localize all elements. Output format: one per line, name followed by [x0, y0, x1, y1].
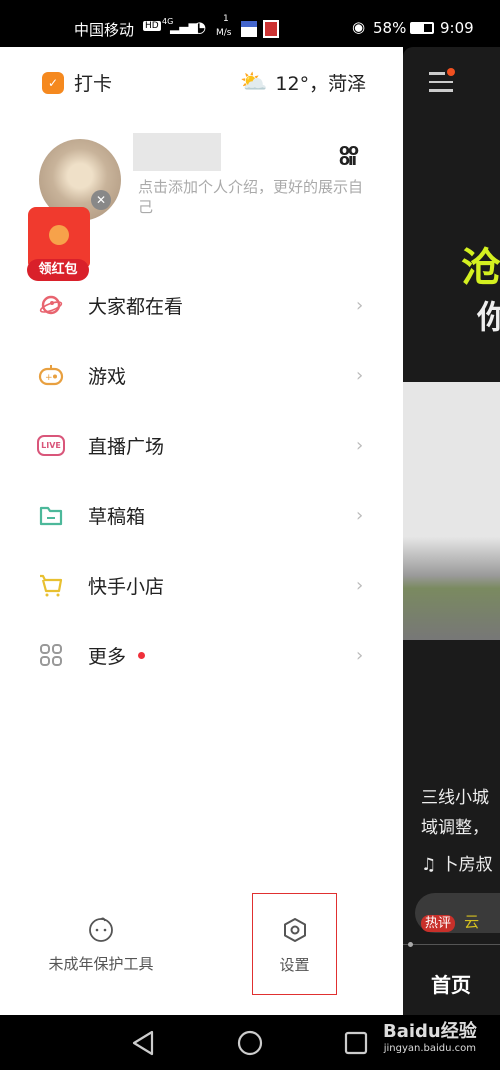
menu-item-label: 游戏 — [88, 365, 127, 388]
notification-dot — [447, 68, 455, 76]
app-notification-icon — [241, 21, 257, 37]
music-title: 卜房叔 — [441, 855, 493, 875]
menu-item-games[interactable]: + 游戏 › — [0, 345, 403, 405]
home-icon[interactable] — [237, 1030, 263, 1056]
video-frame — [403, 382, 500, 640]
hot-comment-tag: 热评 — [421, 915, 456, 932]
baidu-watermark: Baidu经验 jingyan.baidu.com — [383, 1017, 477, 1054]
menu-item-drafts[interactable]: 草稿箱 › — [0, 485, 403, 545]
speed-value: 1 — [223, 14, 229, 24]
menu-item-more[interactable]: 更多 › — [0, 625, 403, 685]
chevron-right-icon: › — [356, 294, 364, 316]
notification-dot — [138, 651, 145, 659]
watermark-url: jingyan.baidu.com — [383, 1043, 477, 1054]
caption: 域调整， — [421, 818, 489, 838]
grid-icon — [38, 642, 64, 668]
menu-item-shop[interactable]: 快手小店 › — [0, 555, 403, 615]
weather[interactable]: ⛅ 12°，菏泽 — [240, 69, 366, 96]
recent-apps-icon[interactable] — [344, 1031, 368, 1055]
red-packet-button[interactable]: 领红包 — [24, 207, 94, 282]
headline: 你 — [477, 298, 500, 336]
menu-item-label: 快手小店 — [88, 575, 165, 598]
speed-unit: M/s — [216, 28, 232, 38]
carrier: 中国移动 — [74, 21, 135, 39]
checkin-label: 打卡 — [74, 73, 113, 95]
hot-comment-text: 云 — [464, 913, 480, 931]
chevron-right-icon: › — [356, 574, 364, 596]
side-drawer: ✓ 打卡 ⛅ 12°，菏泽 ✕ oo oıı 点击添加个人介绍，更好的展示自己 领… — [0, 47, 403, 1015]
planet-icon — [38, 292, 64, 318]
headline: 沧 — [461, 245, 500, 291]
settings-gear-icon — [283, 918, 306, 942]
menu-item-label: 直播广场 — [88, 435, 165, 458]
hd-icon: HD — [143, 21, 161, 31]
clock: 9:09 — [440, 19, 474, 37]
chevron-right-icon: › — [356, 504, 364, 526]
profile-bio[interactable]: 点击添加个人介绍，更好的展示自己 — [138, 177, 363, 217]
live-icon: LIVE — [37, 432, 65, 458]
battery-icon — [410, 22, 434, 34]
partly-cloudy-icon: ⛅ — [240, 70, 268, 95]
progress-bar[interactable] — [403, 942, 500, 947]
status-bar: 中国移动 HD 4G ▂▄▆ ◔ 1 M/s ◉ 58% 9:09 — [0, 0, 500, 47]
music-note-icon: ♫ — [421, 855, 442, 875]
tab-home[interactable]: 首页 — [431, 969, 471, 998]
child-face-icon — [89, 917, 113, 942]
eye-comfort-icon: ◉ — [352, 18, 366, 36]
cart-icon — [38, 572, 64, 598]
chevron-right-icon: › — [356, 364, 364, 386]
gamepad-icon: + — [38, 362, 64, 388]
settings-label: 设置 — [279, 956, 310, 974]
minor-protection-button[interactable]: 未成年保护工具 — [30, 915, 172, 974]
chevron-right-icon: › — [356, 434, 364, 456]
menu-item-label: 大家都在看 — [88, 295, 184, 318]
weather-text: 12°，菏泽 — [275, 73, 367, 95]
menu-item-label: 草稿箱 — [88, 505, 146, 528]
menu-item-live[interactable]: LIVE 直播广场 › — [0, 415, 403, 475]
live-icon-text: LIVE — [37, 434, 65, 456]
red-packet-coin — [49, 225, 69, 245]
minor-protection-label: 未成年保护工具 — [48, 955, 154, 973]
menu-item-trending[interactable]: 大家都在看 › — [0, 275, 403, 335]
music-info: ♫ 卜房叔 — [421, 850, 493, 875]
menu-hamburger-icon[interactable] — [429, 68, 455, 92]
caption: 三线小城 — [421, 788, 489, 808]
svg-text:+: + — [45, 373, 53, 383]
wifi-icon: ◔ — [193, 18, 207, 36]
chevron-right-icon: › — [356, 644, 364, 666]
hot-comment-bar[interactable]: 热评 云 — [415, 893, 500, 933]
settings-button[interactable]: 设置 — [252, 893, 337, 995]
menu-item-label: 更多 — [88, 645, 127, 668]
battery-percent: 58% — [373, 19, 407, 37]
watermark-brand: Baidu经验 — [383, 1021, 477, 1042]
checkin-icon: ✓ — [42, 71, 64, 94]
background-feed[interactable]: 沧 你 三线小城 域调整， ♫ 卜房叔 热评 云 首页 — [403, 47, 500, 1015]
qr-code-icon[interactable]: oo oıı — [339, 142, 359, 168]
back-icon[interactable] — [130, 1029, 156, 1057]
checkin-button[interactable]: ✓ 打卡 — [42, 69, 112, 96]
app-notification-icon — [263, 20, 279, 38]
system-nav-bar: Baidu经验 jingyan.baidu.com — [0, 1015, 500, 1070]
folder-icon — [38, 502, 64, 528]
avatar-remove-icon[interactable]: ✕ — [91, 190, 111, 210]
username-blurred — [133, 133, 221, 171]
